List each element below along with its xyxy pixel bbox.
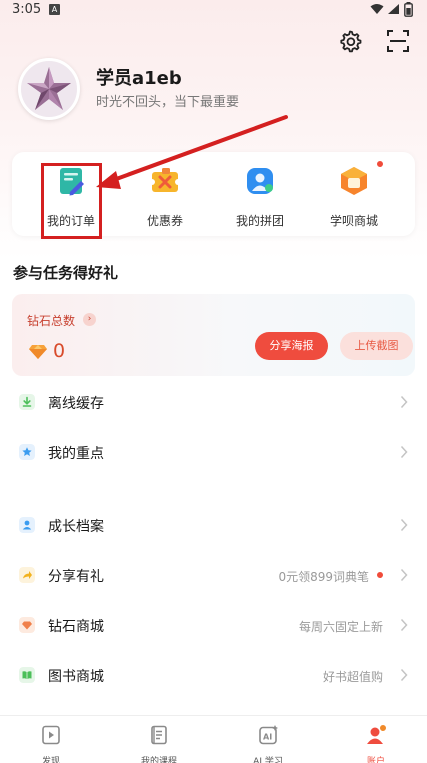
menu-item-hint: 每周六固定上新 <box>298 620 383 634</box>
store-icon <box>341 167 367 195</box>
menu-item-diamond-store[interactable]: 钻石商城 每周六固定上新 <box>0 605 427 645</box>
menu-item-label: 分享有礼 <box>48 569 104 585</box>
menu-item-label: 我的重点 <box>48 446 104 462</box>
chevron-right-icon <box>400 395 408 409</box>
avatar-image <box>21 61 77 117</box>
scan-icon[interactable] <box>385 28 411 54</box>
menu-item-share-gift[interactable]: 分享有礼 0元领899词典笔 <box>0 555 427 595</box>
account-icon <box>367 725 386 744</box>
avatar[interactable] <box>18 58 80 120</box>
quick-action-label: 优惠券 <box>146 214 183 228</box>
quick-action-label: 我的拼团 <box>235 214 284 228</box>
share-icon <box>19 567 35 583</box>
tab-label: 账户 <box>366 757 385 763</box>
chevron-right-icon <box>400 668 408 682</box>
chevron-right-icon <box>400 445 408 459</box>
tab-label: 我的课程 <box>140 757 177 763</box>
diamond-icon <box>29 345 47 359</box>
battery-icon <box>404 2 413 17</box>
menu-item-growth-record[interactable]: 成长档案 <box>0 505 427 545</box>
group-buy-icon <box>247 168 273 194</box>
menu-item-label: 钻石商城 <box>48 619 104 635</box>
quick-action-label: 学呗商城 <box>329 214 378 228</box>
quick-action-store[interactable]: 学呗商城 <box>314 161 394 229</box>
courses-icon <box>151 725 167 745</box>
share-poster-button[interactable]: 分享海报 <box>255 332 328 360</box>
menu-item-label: 离线缓存 <box>48 396 104 412</box>
quick-action-coupons[interactable]: 优惠券 <box>125 164 205 229</box>
menu-item-label: 图书商城 <box>48 669 104 685</box>
menu-item-offline-cache[interactable]: 离线缓存 <box>0 382 427 422</box>
signal-icon <box>388 4 399 14</box>
store-badge-dot <box>377 161 383 167</box>
download-icon <box>19 394 35 410</box>
diamond-total-value: 0 <box>53 340 66 362</box>
svg-text:AI: AI <box>263 733 272 742</box>
star-icon <box>19 444 35 460</box>
user-name[interactable]: 学员a1eb <box>96 64 182 90</box>
chevron-right-icon <box>400 618 408 632</box>
menu-item-hint: 好书超值购 <box>322 670 383 684</box>
menu-item-hint: 0元领899词典笔 <box>278 570 369 584</box>
menu-item-book-store[interactable]: 图书商城 好书超值购 <box>0 655 427 695</box>
profile-icon <box>19 517 35 533</box>
wifi-icon <box>370 4 384 14</box>
quick-action-group-buy[interactable]: 我的拼团 <box>220 164 300 229</box>
menu-item-label: 成长档案 <box>48 519 104 535</box>
tab-ai-learning[interactable]: AI AI 学习 <box>228 724 308 763</box>
chevron-right-icon <box>400 568 408 582</box>
chevron-right-icon <box>400 518 408 532</box>
diamond-card: 钻石总数 › 0 分享海报 上传截图 <box>12 294 415 376</box>
tab-account[interactable]: 账户 <box>336 724 416 763</box>
book-icon <box>19 667 35 683</box>
coupon-icon <box>149 168 181 192</box>
tab-label: AI 学习 <box>253 757 283 763</box>
discover-icon <box>42 725 60 745</box>
tasks-section-title: 参与任务得好礼 <box>13 264 119 282</box>
status-bar: 3:05 A <box>0 0 427 20</box>
diamond-icon <box>19 617 35 633</box>
status-time: 3:05 <box>12 2 42 17</box>
annotation-highlight-box <box>41 163 102 239</box>
menu-item-my-highlights[interactable]: 我的重点 <box>0 432 427 472</box>
ai-learning-icon: AI <box>259 725 278 745</box>
bottom-nav: 发现 我的课程 AI AI 学习 账户 <box>0 715 427 763</box>
chevron-right-icon[interactable]: › <box>83 313 96 326</box>
tab-discover[interactable]: 发现 <box>11 724 91 763</box>
upload-screenshot-button[interactable]: 上传截图 <box>340 332 413 360</box>
tab-label: 发现 <box>41 757 60 763</box>
tab-my-courses[interactable]: 我的课程 <box>119 724 199 763</box>
diamond-total-label[interactable]: 钻石总数 <box>27 312 75 329</box>
gear-icon[interactable] <box>337 28 363 54</box>
share-gift-badge-dot <box>377 572 383 578</box>
notification-icon: A <box>49 4 60 15</box>
user-motto: 时光不回头，当下最重要 <box>96 95 240 110</box>
